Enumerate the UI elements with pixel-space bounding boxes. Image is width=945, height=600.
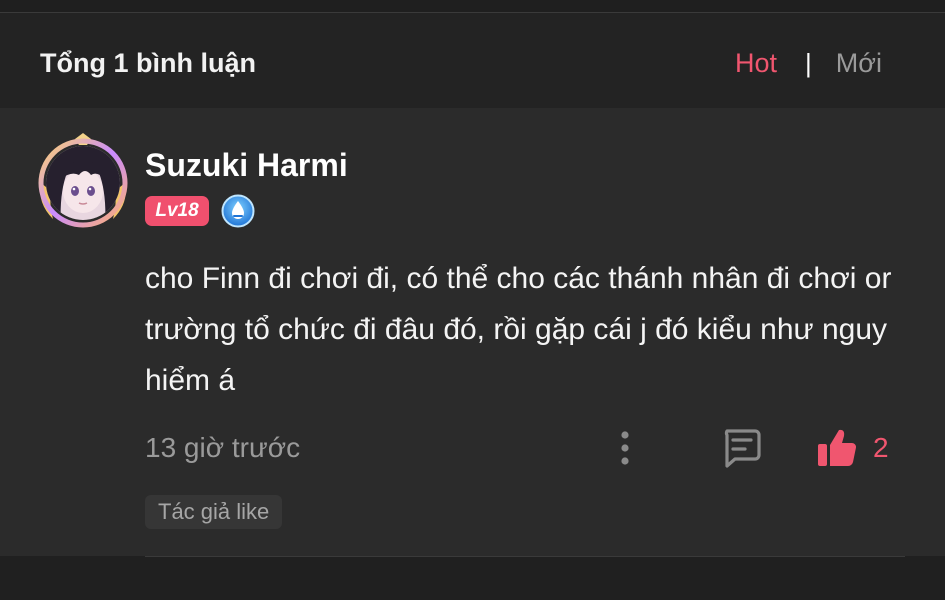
comment-timestamp: 13 giờ trước <box>145 432 301 463</box>
username[interactable]: Suzuki Harmi <box>145 146 348 184</box>
sort-tabs: Hot | Mới <box>735 47 882 79</box>
comment-text: cho Finn đi chơi đi, có thể cho các thán… <box>145 262 892 397</box>
tab-new[interactable]: Mới <box>836 47 882 79</box>
top-strip <box>0 0 945 13</box>
comment-count-title: Tổng 1 bình luận <box>40 48 256 78</box>
vertical-dots-icon[interactable] <box>608 428 642 468</box>
comment-bubble-icon[interactable] <box>719 426 763 470</box>
tab-separator: | <box>805 48 812 78</box>
comments-header: Tổng 1 bình luận Hot | Mới <box>0 13 945 108</box>
like-button[interactable]: 2 <box>815 426 889 470</box>
thumbs-up-icon <box>815 426 859 470</box>
tab-hot[interactable]: Hot <box>735 47 777 79</box>
author-like-tag: Tác giả like <box>145 495 283 529</box>
blue-drop-badge-icon <box>221 194 255 228</box>
comment-item: Suzuki Harmi Lv18 cho Finn đi chơi đi, c… <box>0 108 945 557</box>
avatar[interactable] <box>35 133 131 229</box>
avatar-image <box>38 133 128 228</box>
like-count: 2 <box>873 432 889 463</box>
divider <box>145 556 905 557</box>
level-badge: Lv18 <box>145 196 209 226</box>
